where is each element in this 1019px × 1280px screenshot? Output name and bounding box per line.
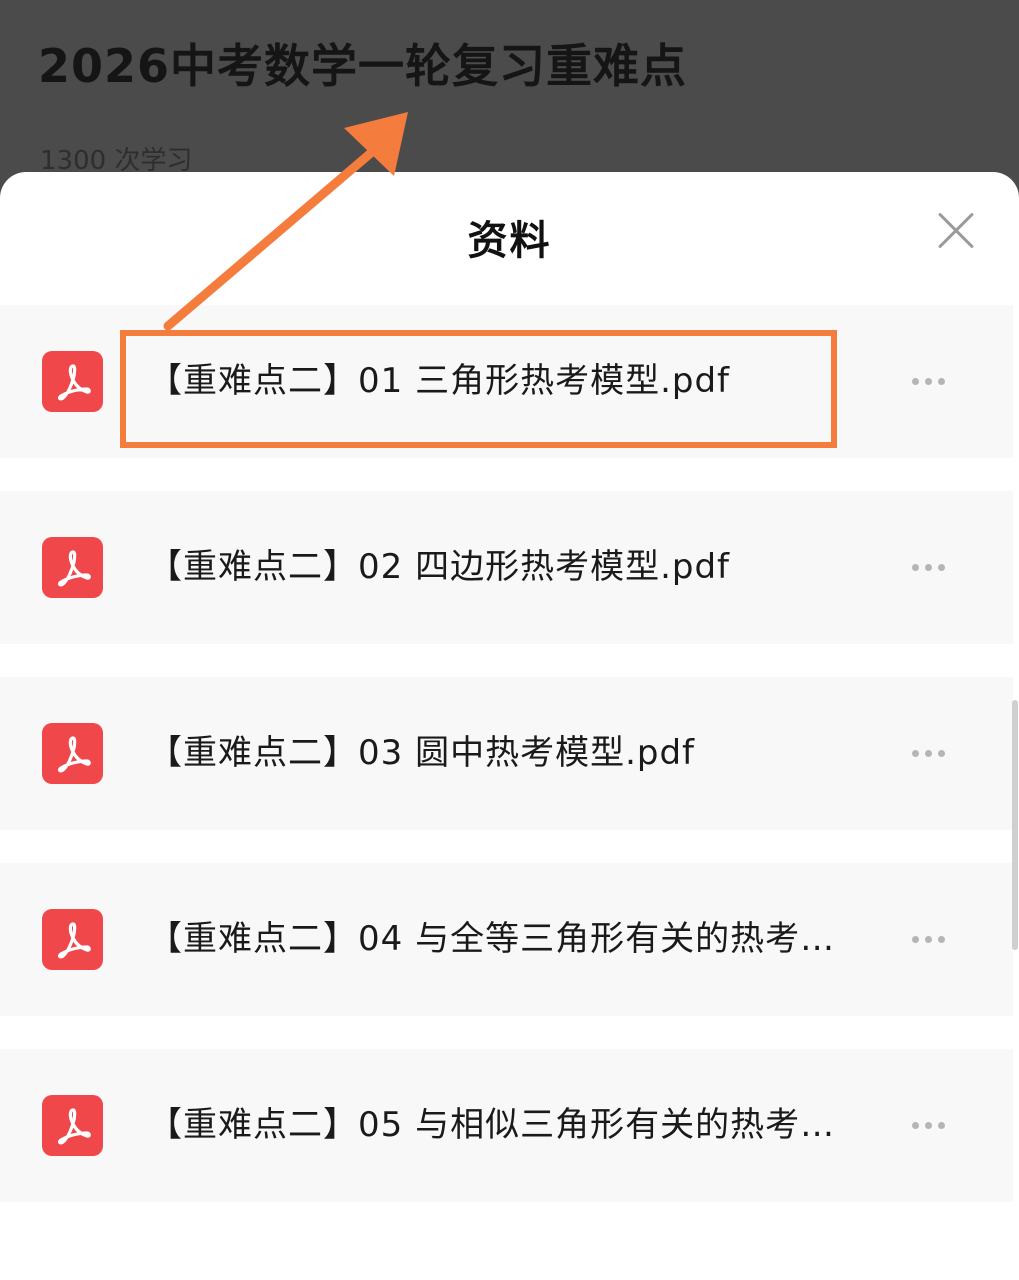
file-name: 【重难点二】04 与全等三角形有关的热考… [148, 919, 836, 959]
file-row[interactable]: 【重难点二】04 与全等三角形有关的热考… [0, 863, 1013, 1016]
close-icon[interactable] [930, 205, 982, 257]
more-icon[interactable] [898, 923, 958, 955]
more-icon[interactable] [898, 365, 958, 397]
highlight-annotation-box [120, 330, 837, 448]
more-icon[interactable] [898, 551, 958, 583]
file-name: 【重难点二】02 四边形热考模型.pdf [148, 547, 731, 587]
file-row[interactable]: 【重难点二】03 圆中热考模型.pdf [0, 677, 1013, 830]
course-title: 2026中考数学一轮复习重难点 [38, 39, 688, 93]
more-icon[interactable] [898, 737, 958, 769]
file-row[interactable]: 【重难点二】05 与相似三角形有关的热考… [0, 1049, 1013, 1202]
file-row[interactable]: 【重难点二】02 四边形热考模型.pdf [0, 491, 1013, 644]
scrollbar[interactable] [1012, 700, 1018, 950]
pdf-icon [42, 909, 103, 970]
file-name: 【重难点二】05 与相似三角形有关的热考… [148, 1105, 836, 1145]
pdf-icon [42, 723, 103, 784]
more-icon[interactable] [898, 1109, 958, 1141]
file-name: 【重难点二】03 圆中热考模型.pdf [148, 733, 696, 773]
pdf-icon [42, 351, 103, 412]
pdf-icon [42, 1095, 103, 1156]
sheet-title: 资料 [467, 218, 552, 264]
pdf-icon [42, 537, 103, 598]
